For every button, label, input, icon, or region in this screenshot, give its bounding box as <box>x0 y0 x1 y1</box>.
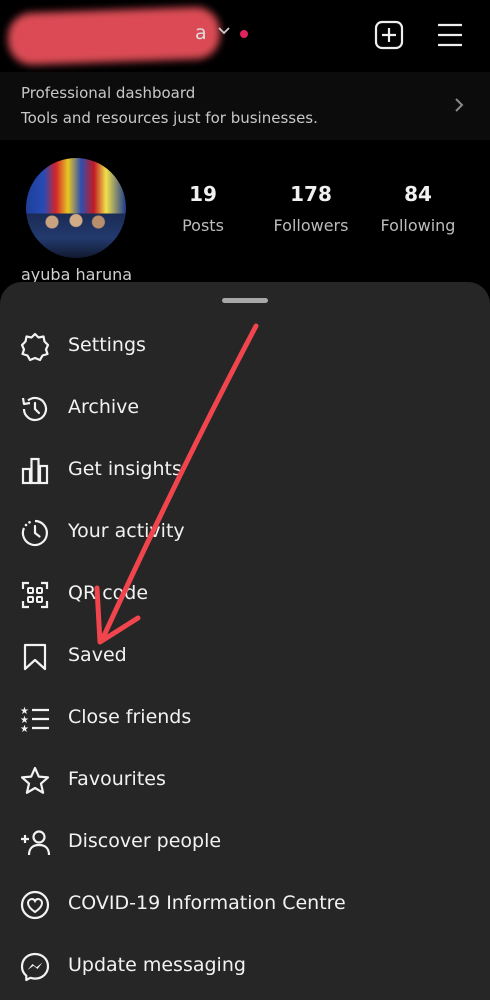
svg-text:★: ★ <box>20 724 29 735</box>
chevron-right-icon <box>455 98 464 112</box>
following-count: 84 <box>404 182 432 206</box>
username[interactable]: a <box>195 22 207 44</box>
posts-count: 19 <box>189 182 217 206</box>
followers-count: 178 <box>290 182 332 206</box>
dashboard-subtitle: Tools and resources just for businesses. <box>21 109 318 127</box>
menu-item-update-messaging[interactable]: Update messaging <box>0 938 490 994</box>
menu-item-close-friends[interactable]: ★ ★ ★ Close friends <box>0 690 490 746</box>
menu-item-discover-people[interactable]: Discover people <box>0 814 490 870</box>
menu-item-label: QR code <box>68 582 149 604</box>
menu-item-archive[interactable]: Archive <box>0 380 490 436</box>
bookmark-icon <box>23 643 47 671</box>
menu-item-label: Settings <box>68 334 146 356</box>
notification-dot <box>240 30 248 38</box>
gear-icon <box>20 332 50 362</box>
followers-label: Followers <box>273 216 349 235</box>
menu-item-your-activity[interactable]: Your activity <box>0 504 490 560</box>
professional-dashboard-banner[interactable]: Professional dashboard Tools and resourc… <box>0 72 490 140</box>
chevron-down-icon[interactable] <box>217 26 231 36</box>
top-bar: a <box>0 0 490 70</box>
hamburger-menu-icon[interactable] <box>435 20 465 50</box>
activity-icon <box>21 519 48 547</box>
archive-icon <box>21 396 48 422</box>
menu-item-label: Favourites <box>68 768 166 790</box>
covid-heart-icon <box>20 890 50 920</box>
menu-item-favourites[interactable]: Favourites <box>0 752 490 808</box>
messenger-icon <box>20 952 50 982</box>
posts-label: Posts <box>182 216 224 235</box>
menu-item-label: Close friends <box>68 706 192 728</box>
create-post-icon[interactable] <box>374 20 404 50</box>
options-bottom-sheet: Settings Archive Get insights Your activ… <box>0 282 490 1000</box>
following-stat[interactable]: 84 Following <box>363 182 473 235</box>
followers-stat[interactable]: 178 Followers <box>256 182 366 235</box>
redacted-username-scribble <box>7 6 221 66</box>
menu-item-label: COVID-19 Information Centre <box>68 892 346 914</box>
add-person-icon <box>21 830 51 856</box>
close-friends-icon: ★ ★ ★ <box>20 706 49 735</box>
posts-stat[interactable]: 19 Posts <box>148 182 258 235</box>
menu-item-settings[interactable]: Settings <box>0 318 490 374</box>
dashboard-title: Professional dashboard <box>21 84 196 102</box>
menu-item-get-insights[interactable]: Get insights <box>0 442 490 498</box>
menu-item-label: Archive <box>68 396 140 418</box>
insights-icon <box>21 457 49 485</box>
menu-item-label: Get insights <box>68 458 182 480</box>
following-label: Following <box>380 216 456 235</box>
drag-handle[interactable] <box>222 298 268 303</box>
menu-item-covid-19-information-centre[interactable]: COVID-19 Information Centre <box>0 876 490 932</box>
menu-item-label: Your activity <box>68 520 185 542</box>
menu-item-saved[interactable]: Saved <box>0 628 490 684</box>
avatar[interactable] <box>26 158 126 258</box>
menu-item-label: Discover people <box>68 830 222 852</box>
menu-item-label: Update messaging <box>68 954 246 976</box>
menu-item-qr-code[interactable]: QR code <box>0 566 490 622</box>
menu-item-label: Saved <box>68 644 127 666</box>
star-icon <box>20 766 50 794</box>
qr-code-icon <box>21 581 49 609</box>
